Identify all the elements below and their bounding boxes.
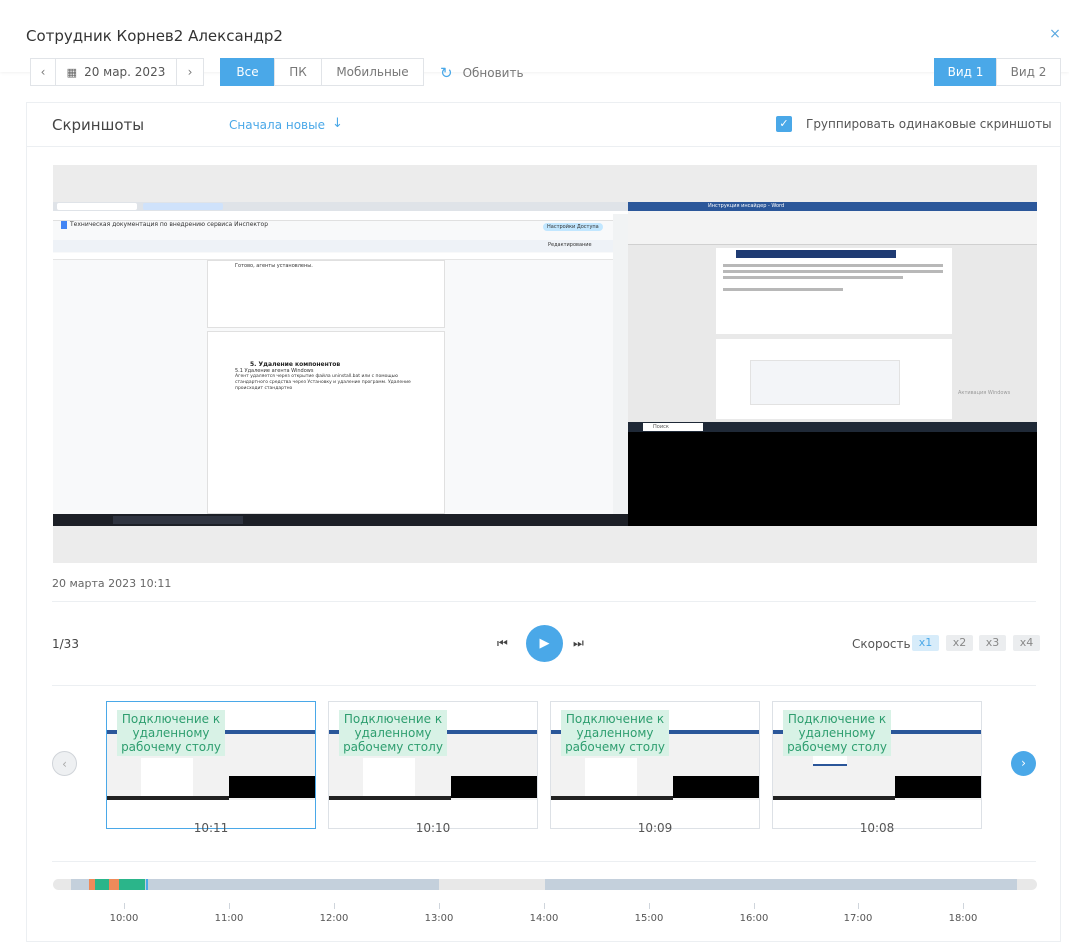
timeline-segment xyxy=(119,879,133,890)
thumbnail-card[interactable]: Подключение к удаленному рабочему столу xyxy=(106,701,316,829)
prev-date-button[interactable]: ‹ xyxy=(30,58,56,86)
tick-mark xyxy=(544,903,545,909)
play-button[interactable]: ▶ xyxy=(526,625,563,662)
timeline-segment xyxy=(545,879,1017,890)
word-title: Инструкция инсайдер - Word xyxy=(708,203,785,209)
screenshot-timestamp: 20 марта 2023 10:11 xyxy=(52,577,172,590)
tick-label: 12:00 xyxy=(319,913,349,924)
filter-all-button[interactable]: Все xyxy=(220,58,275,86)
share-button: Настройки Доступа xyxy=(543,223,603,231)
screenshot-counter: 1/33 xyxy=(52,637,79,651)
date-label: 20 мар. 2023 xyxy=(84,65,166,79)
date-picker[interactable]: ▦ 20 мар. 2023 xyxy=(55,58,177,86)
tick-label: 15:00 xyxy=(634,913,664,924)
speed-label: Скорость: xyxy=(852,637,915,651)
browser-window: Техническая документация по внедрению се… xyxy=(53,202,628,514)
tick-mark xyxy=(754,903,755,909)
thumbnail-badge: Подключение к удаленному рабочему столу xyxy=(117,710,225,756)
panel-header: Скриншоты Сначала новые ↓ ✓ Группировать… xyxy=(27,103,1060,147)
refresh-icon: ↻ xyxy=(440,64,453,82)
speed-x2[interactable]: x2 xyxy=(946,635,973,651)
sort-toggle[interactable]: Сначала новые xyxy=(229,118,325,132)
thumbnail-time: 10:08 xyxy=(859,821,895,835)
thumbnail-card[interactable]: Подключение к удаленному рабочему столу xyxy=(550,701,760,829)
close-icon[interactable]: × xyxy=(1047,26,1063,42)
calendar-icon: ▦ xyxy=(66,65,78,79)
tick-label: 13:00 xyxy=(424,913,454,924)
divider xyxy=(52,601,1036,602)
timeline-segment xyxy=(133,879,145,890)
edit-mode: Редактирование xyxy=(548,242,592,248)
thumbnail-time: 10:11 xyxy=(193,821,229,835)
view1-button[interactable]: Вид 1 xyxy=(934,58,997,86)
tick-label: 17:00 xyxy=(843,913,873,924)
activation-notice: Активация Windows xyxy=(958,390,1011,396)
thumbnail-strip: ‹ Подключение к удаленному рабочему стол… xyxy=(27,693,1060,853)
thumbnail-time: 10:10 xyxy=(415,821,451,835)
timeline-segment xyxy=(95,879,109,890)
divider xyxy=(52,685,1036,686)
view2-button[interactable]: Вид 2 xyxy=(996,58,1061,86)
thumbnail-card[interactable]: Подключение к удаленному рабочему столу xyxy=(772,701,982,829)
speed-x3[interactable]: x3 xyxy=(979,635,1006,651)
next-date-button[interactable]: › xyxy=(176,58,204,86)
toolbar: ‹ ▦ 20 мар. 2023 › Все ПК Мобильные ↻ Об… xyxy=(30,58,1061,88)
tick-mark xyxy=(229,903,230,909)
screenshot-image[interactable]: Техническая документация по внедрению се… xyxy=(53,202,1037,526)
chevron-right-icon: › xyxy=(1021,756,1026,770)
doc-heading: 5. Удаление компонентов xyxy=(250,361,341,368)
speed-x1[interactable]: x1 xyxy=(912,635,939,651)
timeline-segment xyxy=(109,879,119,890)
doc-title: Техническая документация по внедрению се… xyxy=(70,221,269,228)
thumbnail-card[interactable]: Подключение к удаленному рабочему столу xyxy=(328,701,538,829)
refresh-button[interactable]: ↻ Обновить xyxy=(440,64,524,82)
tick-mark xyxy=(858,903,859,909)
screenshots-panel: Скриншоты Сначала новые ↓ ✓ Группировать… xyxy=(26,102,1061,942)
group-checkbox[interactable]: ✓ xyxy=(776,116,792,132)
screenshot-viewer: Техническая документация по внедрению се… xyxy=(53,165,1037,563)
timeline-cursor[interactable] xyxy=(146,879,148,890)
chevron-right-icon: › xyxy=(187,65,193,79)
tick-mark xyxy=(649,903,650,909)
word-window: Инструкция инсайдер - Word Активация Win… xyxy=(628,202,1037,422)
divider xyxy=(52,861,1036,862)
refresh-label: Обновить xyxy=(462,66,524,80)
skip-forward-icon[interactable]: ⏭ xyxy=(573,636,584,651)
tick-mark xyxy=(963,903,964,909)
chevron-left-icon: ‹ xyxy=(62,757,67,771)
thumbs-prev-button[interactable]: ‹ xyxy=(52,751,77,776)
filter-mobile-button[interactable]: Мобильные xyxy=(321,58,424,86)
doc-body: Агент удаляется через открытие файла uni… xyxy=(235,374,411,391)
group-checkbox-label[interactable]: Группировать одинаковые скриншоты xyxy=(806,117,1052,131)
tick-label: 11:00 xyxy=(214,913,244,924)
thumbnail-badge: Подключение к удаленному рабочему столу xyxy=(561,710,669,756)
thumbs-next-button[interactable]: › xyxy=(1011,751,1036,776)
doc-line: Готово, агенты установлены. xyxy=(235,263,313,269)
activity-timeline[interactable] xyxy=(53,879,1037,890)
modal-title: Сотрудник Корнев2 Александр2 xyxy=(26,27,283,45)
tick-label: 14:00 xyxy=(529,913,559,924)
thumbnail-badge: Подключение к удаленному рабочему столу xyxy=(783,710,891,756)
tick-label: 10:00 xyxy=(109,913,139,924)
sort-arrow-icon[interactable]: ↓ xyxy=(332,116,343,131)
taskbar-search: Поиск xyxy=(643,423,703,431)
chevron-left-icon: ‹ xyxy=(40,65,46,79)
tick-mark xyxy=(334,903,335,909)
tick-mark xyxy=(124,903,125,909)
thumbnail-badge: Подключение к удаленному рабочему столу xyxy=(339,710,447,756)
speed-x4[interactable]: x4 xyxy=(1013,635,1040,651)
thumbnail-time: 10:09 xyxy=(637,821,673,835)
tick-label: 18:00 xyxy=(948,913,978,924)
skip-back-icon[interactable]: ⏮ xyxy=(497,636,508,651)
tick-label: 16:00 xyxy=(739,913,769,924)
panel-title: Скриншоты xyxy=(52,116,145,134)
filter-pc-button[interactable]: ПК xyxy=(274,58,322,86)
tick-mark xyxy=(439,903,440,909)
